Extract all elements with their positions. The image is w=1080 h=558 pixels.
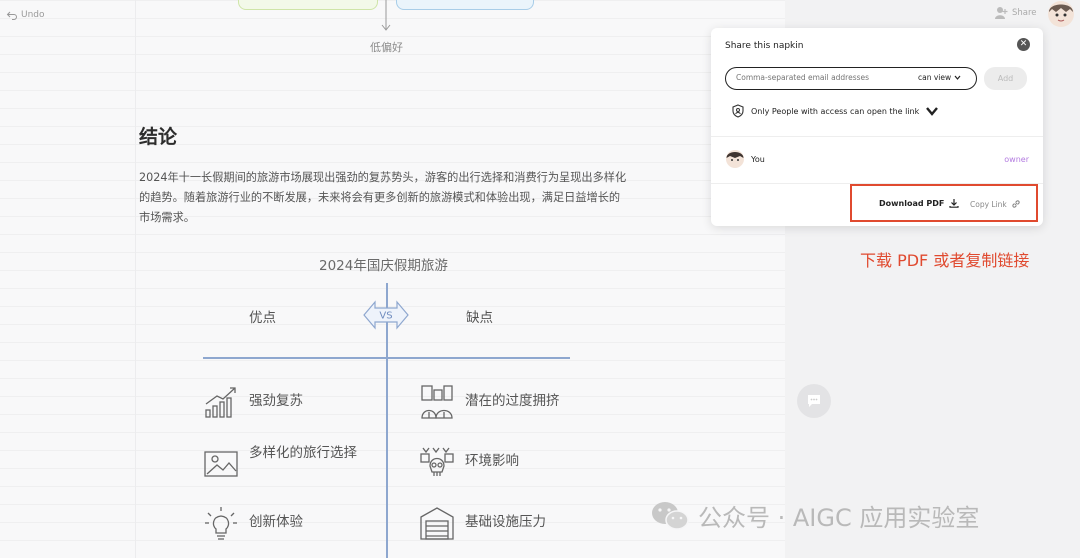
conclusion-paragraph: 2024年十一长假期间的旅游市场展现出强劲的复苏势头，游客的出行选择和消费行为呈…	[139, 171, 627, 224]
email-input[interactable]	[736, 73, 906, 82]
guide-line	[135, 0, 136, 558]
con-item: 基础设施压力	[419, 505, 546, 541]
annotation-text: 下载 PDF 或者复制链接	[860, 251, 1030, 270]
watermark: 公众号 · AIGC 应用实验室	[650, 498, 979, 533]
chat-button[interactable]	[797, 384, 831, 418]
cons-label: 缺点	[466, 310, 493, 326]
member-role: owner	[1004, 155, 1029, 164]
con-item: 潜在的过度拥挤	[419, 384, 560, 420]
share-label: Share	[1012, 8, 1037, 18]
download-pdf-button[interactable]: Download PDF	[879, 198, 959, 208]
add-user-icon	[995, 7, 1008, 19]
picture-icon	[203, 444, 239, 480]
shield-icon	[732, 104, 744, 118]
copy-link-button[interactable]: Copy Link	[970, 199, 1021, 209]
pro-item-text: 创新体验	[249, 514, 303, 530]
pro-item: 强劲复苏	[203, 384, 303, 420]
wechat-icon	[652, 501, 689, 530]
napkin-canvas	[0, 0, 785, 558]
diagram-node-green[interactable]	[238, 0, 378, 10]
con-item-text: 潜在的过度拥挤	[465, 393, 560, 409]
download-pdf-label: Download PDF	[879, 198, 945, 208]
vs-badge: VS	[363, 300, 409, 330]
link-access-select[interactable]: Only People with access can open the lin…	[731, 104, 939, 118]
add-button[interactable]: Add	[984, 67, 1027, 90]
pros-label: 优点	[249, 310, 276, 326]
skull-environment-icon	[419, 444, 455, 480]
close-icon[interactable]: ✕	[1017, 38, 1030, 51]
share-button[interactable]: Share	[994, 6, 1037, 20]
pro-item-text: 强劲复苏	[249, 393, 303, 409]
avatar	[726, 150, 744, 168]
undo-button[interactable]: Undo	[6, 9, 45, 21]
con-item: 环境影响	[419, 444, 519, 480]
member-name: You	[751, 154, 765, 164]
vs-badge-label: VS	[379, 311, 392, 322]
member-row: You owner	[725, 149, 1029, 169]
avatar[interactable]	[1046, 0, 1076, 28]
con-item-text: 环境影响	[465, 453, 519, 469]
con-item-text: 基础设施压力	[465, 514, 546, 530]
undo-label: Undo	[21, 10, 45, 20]
garage-icon	[419, 505, 455, 541]
chevron-down-icon	[926, 107, 939, 116]
link-access-text: Only People with access can open the lin…	[751, 106, 920, 116]
divider	[711, 136, 1043, 137]
lightbulb-icon	[203, 505, 239, 541]
diagram-caption: 低偏好	[370, 41, 403, 54]
chart-growth-icon	[203, 384, 239, 420]
watermark-text: 公众号 · AIGC 应用实验室	[698, 504, 980, 532]
copy-link-label: Copy Link	[970, 199, 1007, 209]
share-dialog-title: Share this napkin	[725, 41, 804, 51]
vs-horizontal-line	[203, 357, 570, 359]
download-icon	[949, 199, 959, 208]
email-field[interactable]: can view	[725, 67, 977, 90]
permission-select[interactable]: can view	[918, 73, 961, 82]
permission-value: can view	[918, 73, 952, 82]
chat-icon	[808, 395, 820, 407]
arrow-down-icon	[381, 0, 391, 31]
link-icon	[1012, 200, 1020, 208]
pro-item: 多样化的旅行选择	[203, 444, 359, 480]
share-dialog: Share this napkin ✕ can view Add Only Pe…	[711, 28, 1043, 226]
pro-item: 创新体验	[203, 505, 303, 541]
diagram-node-blue[interactable]	[396, 0, 534, 10]
section-title: 结论	[139, 126, 178, 148]
pro-item-text: 多样化的旅行选择	[249, 445, 357, 461]
vs-diagram-title: 2024年国庆假期旅游	[319, 258, 448, 274]
chevron-down-icon	[954, 75, 961, 80]
undo-icon	[6, 11, 17, 20]
crowd-buildings-icon	[419, 384, 455, 420]
